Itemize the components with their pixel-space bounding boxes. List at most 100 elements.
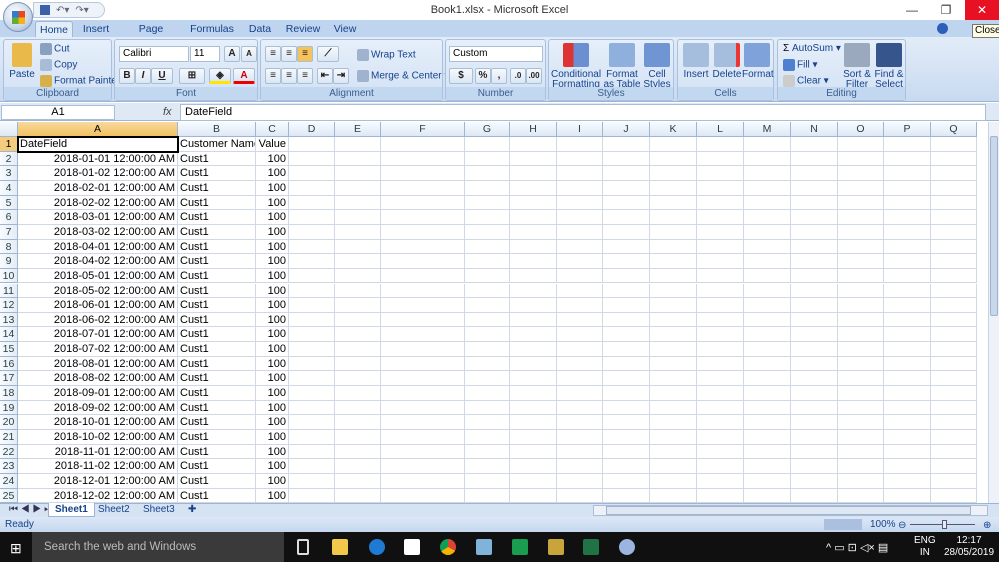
empty-cell[interactable] [335, 473, 381, 489]
empty-cell[interactable] [791, 473, 838, 489]
empty-cell[interactable] [381, 342, 465, 357]
empty-cell[interactable] [884, 239, 931, 255]
find-select-button[interactable]: Find & Select [873, 43, 905, 90]
cell[interactable]: 100 [256, 400, 289, 416]
cell[interactable]: Cust1 [178, 356, 256, 372]
cell[interactable]: 2018-07-02 12:00:00 AM [18, 342, 178, 357]
row-header[interactable]: 16 [0, 356, 18, 372]
empty-cell[interactable] [697, 254, 744, 269]
cell[interactable]: Cust1 [178, 210, 256, 225]
cell[interactable]: Cust1 [178, 444, 256, 460]
edge-icon[interactable] [369, 539, 385, 555]
empty-cell[interactable] [603, 400, 650, 416]
empty-cell[interactable] [603, 312, 650, 328]
empty-cell[interactable] [289, 298, 335, 313]
row-header[interactable]: 20 [0, 415, 18, 430]
cell[interactable]: 2018-08-01 12:00:00 AM [18, 356, 178, 372]
empty-cell[interactable] [510, 356, 557, 372]
empty-cell[interactable] [557, 327, 603, 343]
empty-cell[interactable] [791, 137, 838, 152]
cell[interactable]: Cust1 [178, 180, 256, 196]
excel-taskbar-icon[interactable] [583, 539, 599, 555]
row-header[interactable]: 13 [0, 312, 18, 328]
empty-cell[interactable] [510, 137, 557, 152]
empty-cell[interactable] [603, 195, 650, 211]
empty-cell[interactable] [884, 430, 931, 445]
app-icon[interactable] [476, 539, 492, 555]
empty-cell[interactable] [697, 180, 744, 196]
empty-cell[interactable] [335, 312, 381, 328]
cell[interactable]: 100 [256, 430, 289, 445]
empty-cell[interactable] [510, 400, 557, 416]
empty-cell[interactable] [289, 180, 335, 196]
column-header-k[interactable]: K [650, 122, 697, 137]
empty-cell[interactable] [838, 268, 884, 284]
empty-cell[interactable] [465, 283, 510, 299]
cell[interactable]: 100 [256, 210, 289, 225]
cell[interactable]: 100 [256, 239, 289, 255]
empty-cell[interactable] [289, 137, 335, 152]
cell[interactable]: Cust1 [178, 371, 256, 387]
cell[interactable]: 100 [256, 488, 289, 503]
row-header[interactable]: 18 [0, 386, 18, 401]
cell[interactable]: 2018-12-01 12:00:00 AM [18, 473, 178, 489]
system-tray-icons[interactable]: ^ ▭ ⊡ ◁× ▤ [826, 541, 888, 554]
cut-button[interactable]: Cut [40, 43, 70, 55]
empty-cell[interactable] [744, 137, 791, 152]
empty-cell[interactable] [791, 430, 838, 445]
cell[interactable]: Cust1 [178, 342, 256, 357]
empty-cell[interactable] [465, 210, 510, 225]
empty-cell[interactable] [650, 386, 697, 401]
formula-input[interactable]: DateField [180, 104, 986, 121]
windows-start-icon[interactable]: ⊞ [10, 540, 22, 557]
empty-cell[interactable] [381, 283, 465, 299]
cell-styles-button[interactable]: Cell Styles [642, 43, 672, 90]
horizontal-scroll-thumb[interactable] [606, 506, 971, 515]
empty-cell[interactable] [335, 342, 381, 357]
empty-cell[interactable] [335, 166, 381, 181]
cell[interactable]: Cust1 [178, 488, 256, 503]
column-header-e[interactable]: E [335, 122, 381, 137]
zoom-out-icon[interactable]: ⊖ [898, 518, 906, 533]
empty-cell[interactable] [510, 430, 557, 445]
empty-cell[interactable] [289, 327, 335, 343]
empty-cell[interactable] [603, 180, 650, 196]
insert-cells-button[interactable]: Insert [681, 43, 711, 80]
close-button[interactable]: ✕ [965, 0, 999, 20]
cell[interactable]: 100 [256, 459, 289, 474]
empty-cell[interactable] [884, 371, 931, 387]
empty-cell[interactable] [931, 488, 977, 503]
empty-cell[interactable] [697, 151, 744, 167]
empty-cell[interactable] [650, 444, 697, 460]
empty-cell[interactable] [744, 166, 791, 181]
empty-cell[interactable] [381, 415, 465, 430]
empty-cell[interactable] [465, 430, 510, 445]
cell[interactable]: 2018-03-01 12:00:00 AM [18, 210, 178, 225]
currency-icon[interactable]: $ [449, 68, 473, 84]
fill-button[interactable]: Fill ▾ [783, 59, 818, 71]
format-painter-button[interactable]: Format Painter [40, 75, 120, 87]
empty-cell[interactable] [931, 239, 977, 255]
empty-cell[interactable] [557, 180, 603, 196]
cell[interactable]: Cust1 [178, 239, 256, 255]
empty-cell[interactable] [510, 166, 557, 181]
empty-cell[interactable] [603, 239, 650, 255]
empty-cell[interactable] [510, 268, 557, 284]
empty-cell[interactable] [884, 444, 931, 460]
empty-cell[interactable] [289, 166, 335, 181]
empty-cell[interactable] [697, 430, 744, 445]
empty-cell[interactable] [697, 356, 744, 372]
empty-cell[interactable] [335, 444, 381, 460]
empty-cell[interactable] [381, 459, 465, 474]
empty-cell[interactable] [931, 210, 977, 225]
empty-cell[interactable] [838, 473, 884, 489]
language-indicator[interactable]: ENG IN [914, 535, 936, 559]
empty-cell[interactable] [697, 488, 744, 503]
empty-cell[interactable] [335, 210, 381, 225]
empty-cell[interactable] [557, 239, 603, 255]
empty-cell[interactable] [289, 415, 335, 430]
empty-cell[interactable] [335, 283, 381, 299]
cell[interactable]: 2018-09-01 12:00:00 AM [18, 386, 178, 401]
empty-cell[interactable] [557, 342, 603, 357]
empty-cell[interactable] [650, 473, 697, 489]
